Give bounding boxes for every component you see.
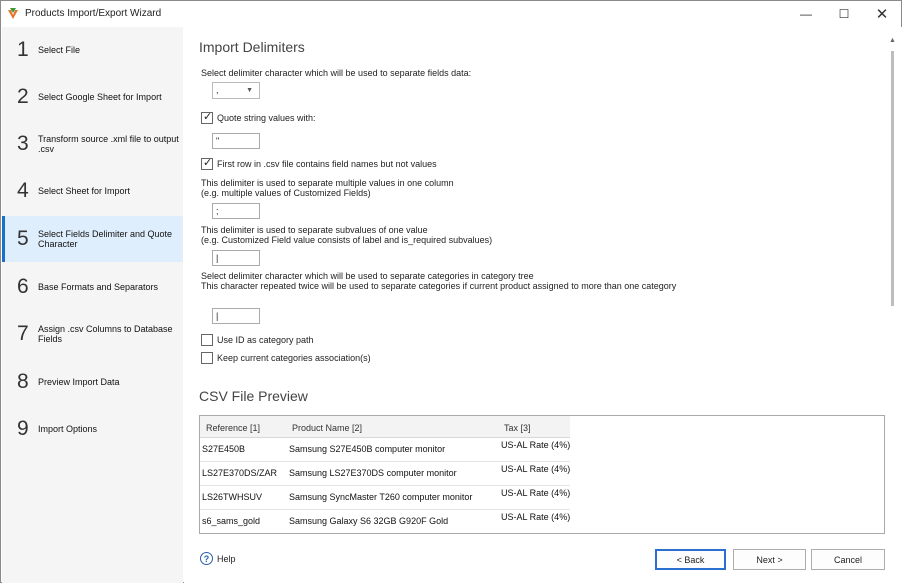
title-bar: Products Import/Export Wizard — ☐ ✕: [1, 1, 901, 27]
cell-tax: US-AL Rate (4%): [501, 464, 571, 474]
row-divider: [200, 509, 570, 510]
multi-value-delimiter-input[interactable]: ;: [212, 203, 260, 219]
cell-product-name: Samsung SyncMaster T260 computer monitor: [289, 492, 473, 502]
step-label: Select Fields Delimiter and Quote Charac…: [38, 229, 173, 249]
step-import-options[interactable]: 9 Import Options: [2, 406, 183, 452]
wizard-window: Products Import/Export Wizard — ☐ ✕ 1 Se…: [0, 0, 902, 583]
step-label: Transform source .xml file to output .cs…: [38, 134, 179, 154]
chevron-down-icon: ▼: [246, 87, 253, 94]
import-delimiters-heading: Import Delimiters: [199, 39, 305, 55]
close-button[interactable]: ✕: [863, 1, 901, 27]
cell-product-name: Samsung LS27E370DS computer monitor: [289, 468, 457, 478]
quote-character-value: ": [216, 136, 220, 146]
column-header-tax[interactable]: Tax [3]: [498, 416, 570, 438]
step-select-delimiter[interactable]: 5 Select Fields Delimiter and Quote Char…: [2, 216, 183, 262]
question-mark-icon: ?: [200, 552, 213, 565]
step-number: 9: [17, 417, 29, 440]
subvalue-delimiter-input[interactable]: |: [212, 250, 260, 266]
step-transform-xml[interactable]: 3 Transform source .xml file to output .…: [2, 121, 183, 167]
row-divider: [200, 485, 570, 486]
step-label: Select Sheet for Import: [38, 186, 131, 196]
step-number: 4: [17, 179, 29, 202]
cell-reference: LS26TWHSUV: [202, 492, 263, 502]
subvalue-label-1: This delimiter is used to separate subva…: [201, 225, 428, 235]
column-header-reference[interactable]: Reference [1]: [200, 416, 286, 438]
cell-tax: US-AL Rate (4%): [501, 488, 571, 498]
step-label: Base Formats and Separators: [38, 282, 159, 292]
first-row-headers-checkbox[interactable]: ✓: [201, 157, 213, 170]
csv-preview-grid[interactable]: Reference [1] Product Name [2] Tax [3] S…: [199, 415, 885, 534]
app-logo-icon: [8, 8, 18, 19]
keep-categories-checkbox[interactable]: [201, 352, 213, 364]
field-delimiter-select[interactable]: , ▼: [212, 82, 260, 99]
category-delimiter-input[interactable]: |: [212, 308, 260, 324]
column-header-product-name[interactable]: Product Name [2]: [286, 416, 498, 438]
cell-reference: S27E450B: [202, 444, 246, 454]
cell-product-name: Samsung Galaxy S6 32GB G920F Gold: [289, 516, 449, 526]
multi-value-delimiter-value: ;: [216, 206, 219, 216]
cancel-button[interactable]: Cancel: [811, 549, 885, 570]
step-number: 8: [17, 370, 29, 393]
step-select-sheet[interactable]: 4 Select Sheet for Import: [2, 168, 183, 214]
checkmark-icon: ✓: [203, 111, 213, 123]
scroll-up-icon[interactable]: ▲: [889, 37, 896, 44]
wizard-steps-sidebar: 1 Select File 2 Select Google Sheet for …: [2, 27, 183, 583]
use-id-category-path-checkbox[interactable]: [201, 334, 213, 346]
step-preview-import[interactable]: 8 Preview Import Data: [2, 359, 183, 405]
cell-tax: US-AL Rate (4%): [501, 512, 571, 522]
csv-preview-heading: CSV File Preview: [199, 388, 308, 404]
step-number: 3: [17, 132, 29, 155]
help-label: Help: [217, 554, 236, 564]
row-divider: [200, 461, 570, 462]
step-number: 2: [17, 85, 29, 108]
keep-categories-label: Keep current categories association(s): [217, 353, 371, 363]
step-number: 6: [17, 275, 29, 298]
quote-character-input[interactable]: ": [212, 133, 260, 149]
step-label: Select File: [38, 45, 81, 55]
step-select-google-sheet[interactable]: 2 Select Google Sheet for Import: [2, 74, 183, 120]
field-delimiter-value: ,: [216, 85, 219, 95]
checkmark-icon: ✓: [203, 157, 213, 169]
category-delimiter-label-2: This character repeated twice will be us…: [201, 281, 677, 291]
maximize-button[interactable]: ☐: [825, 1, 863, 27]
cell-product-name: Samsung S27E450B computer monitor: [289, 444, 446, 454]
cell-reference: LS27E370DS/ZAR: [202, 468, 278, 478]
step-number: 7: [17, 322, 29, 345]
step-label: Import Options: [38, 424, 98, 434]
scroll-thumb[interactable]: [891, 51, 894, 306]
step-base-formats[interactable]: 6 Base Formats and Separators: [2, 264, 183, 310]
field-delimiter-label: Select delimiter character which will be…: [201, 68, 472, 78]
use-id-category-path-label: Use ID as category path: [217, 335, 314, 345]
minimize-button[interactable]: —: [787, 1, 825, 27]
step-label: Assign .csv Columns to Database Fields: [38, 324, 173, 344]
row-divider: [200, 533, 570, 534]
category-delimiter-label-1: Select delimiter character which will be…: [201, 271, 534, 281]
next-button[interactable]: Next >: [733, 549, 806, 570]
step-select-file[interactable]: 1 Select File: [2, 27, 183, 73]
category-delimiter-value: |: [216, 311, 219, 321]
quote-string-label: Quote string values with:: [217, 113, 316, 123]
quote-string-checkbox[interactable]: ✓: [201, 111, 213, 124]
window-title: Products Import/Export Wizard: [25, 8, 162, 19]
step-number: 1: [17, 38, 29, 61]
subvalue-delimiter-value: |: [216, 253, 219, 263]
multi-value-label-1: This delimiter is used to separate multi…: [201, 178, 454, 188]
step-number: 5: [17, 227, 29, 250]
step-label: Select Google Sheet for Import: [38, 92, 162, 102]
cell-tax: US-AL Rate (4%): [501, 440, 571, 450]
first-row-headers-label: First row in .csv file contains field na…: [217, 159, 437, 169]
step-assign-columns[interactable]: 7 Assign .csv Columns to Database Fields: [2, 311, 183, 357]
step-label: Preview Import Data: [38, 377, 120, 387]
panel-scrollbar[interactable]: ▲: [887, 37, 897, 534]
cell-reference: s6_sams_gold: [202, 516, 261, 526]
back-button[interactable]: < Back: [655, 549, 726, 570]
subvalue-label-2: (e.g. Customized Field value consists of…: [201, 235, 493, 245]
multi-value-label-2: (e.g. multiple values of Customized Fiel…: [201, 188, 371, 198]
